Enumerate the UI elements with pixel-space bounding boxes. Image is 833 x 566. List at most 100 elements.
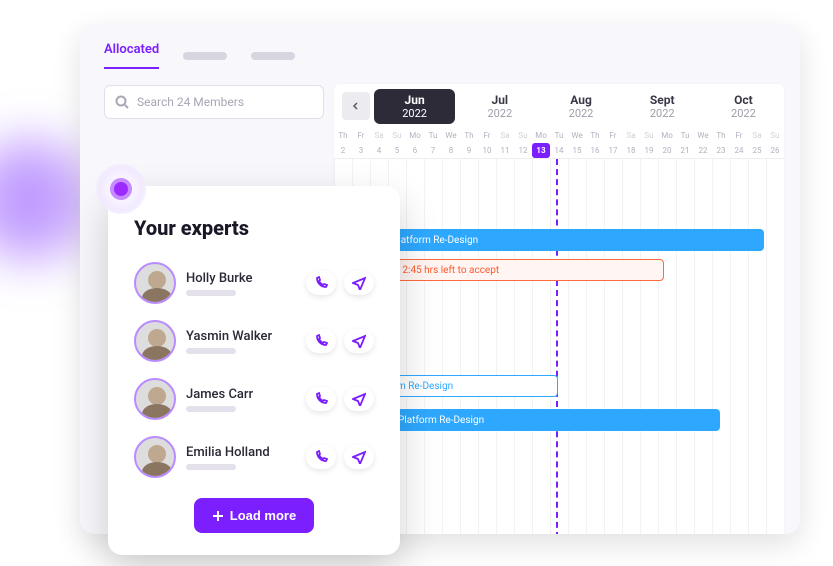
day-num[interactable]: 11 (496, 143, 514, 158)
day-label: Fr (730, 128, 748, 143)
day-num[interactable]: 19 (640, 143, 658, 158)
expert-sub (186, 406, 236, 412)
month-sept[interactable]: Sept2022 (622, 93, 703, 120)
day-label: Mo (532, 128, 550, 143)
avatar[interactable] (134, 436, 176, 478)
plus-icon (212, 510, 224, 522)
expert-sub (186, 290, 236, 296)
month-jun[interactable]: Jun2022 (374, 89, 455, 124)
load-more-label: Load more (230, 508, 296, 523)
send-icon (352, 334, 366, 348)
day-num[interactable]: 24 (730, 143, 748, 158)
call-button[interactable] (306, 387, 336, 411)
day-label: Su (514, 128, 532, 143)
day-num[interactable]: 13 (532, 143, 550, 158)
day-label: Mo (406, 128, 424, 143)
call-button[interactable] (306, 329, 336, 353)
day-num[interactable]: 9 (460, 143, 478, 158)
phone-icon (314, 276, 328, 290)
day-label: We (694, 128, 712, 143)
tab-allocated[interactable]: Allocated (104, 42, 159, 69)
expert-info: Holly Burke (186, 271, 296, 296)
expert-info: Yasmin Walker (186, 329, 296, 354)
search-icon (115, 95, 129, 109)
day-num[interactable]: 16 (586, 143, 604, 158)
day-num[interactable]: 18 (622, 143, 640, 158)
day-num[interactable]: 22 (694, 143, 712, 158)
calendar: Jun2022 Jul2022 Aug2022 Sept2022 Oct2022… (334, 84, 784, 534)
expert-sub (186, 348, 236, 354)
day-num[interactable]: 7 (424, 143, 442, 158)
month-jul[interactable]: Jul2022 (459, 93, 540, 120)
day-num[interactable]: 3 (352, 143, 370, 158)
month-aug[interactable]: Aug2022 (540, 93, 621, 120)
day-num[interactable]: 23 (712, 143, 730, 158)
day-num[interactable]: 20 (658, 143, 676, 158)
day-label: Tu (676, 128, 694, 143)
day-label: We (442, 128, 460, 143)
day-label: Tu (424, 128, 442, 143)
expert-sub (186, 464, 236, 470)
day-label: Th (712, 128, 730, 143)
gantt-bar[interactable]: Platform Re-Design (390, 409, 720, 431)
day-num[interactable]: 12 (514, 143, 532, 158)
day-label: Th (460, 128, 478, 143)
day-label: Mo (658, 128, 676, 143)
send-icon (352, 450, 366, 464)
expert-row: Emilia Holland (134, 428, 374, 486)
call-button[interactable] (306, 271, 336, 295)
day-num[interactable]: 5 (388, 143, 406, 158)
expert-info: James Carr (186, 387, 296, 412)
chevron-left-icon (351, 101, 361, 111)
month-oct[interactable]: Oct2022 (703, 93, 784, 120)
tab-placeholder[interactable] (251, 52, 295, 60)
avatar[interactable] (134, 378, 176, 420)
search-placeholder: Search 24 Members (137, 95, 244, 109)
experts-popup: Your experts Holly Burke Yasmin Walker J… (108, 186, 400, 555)
expert-row: Holly Burke (134, 254, 374, 312)
send-button[interactable] (344, 445, 374, 469)
send-button[interactable] (344, 271, 374, 295)
send-icon (352, 276, 366, 290)
expert-info: Emilia Holland (186, 445, 296, 470)
expert-row: James Carr (134, 370, 374, 428)
day-label: Su (766, 128, 784, 143)
phone-icon (314, 450, 328, 464)
day-label: Sa (622, 128, 640, 143)
send-button[interactable] (344, 387, 374, 411)
prev-month-button[interactable] (342, 92, 370, 120)
day-num[interactable]: 15 (568, 143, 586, 158)
day-label: Th (586, 128, 604, 143)
load-more-button[interactable]: Load more (194, 498, 314, 533)
day-label: We (568, 128, 586, 143)
search-input[interactable]: Search 24 Members (104, 85, 324, 119)
day-num[interactable]: 6 (406, 143, 424, 158)
day-num[interactable]: 14 (550, 143, 568, 158)
month-header: Jun2022 Jul2022 Aug2022 Sept2022 Oct2022 (334, 84, 784, 128)
day-label: Fr (352, 128, 370, 143)
tab-placeholder[interactable] (183, 52, 227, 60)
expert-actions (306, 329, 374, 353)
avatar[interactable] (134, 320, 176, 362)
send-button[interactable] (344, 329, 374, 353)
day-num[interactable]: 17 (604, 143, 622, 158)
expert-name: James Carr (186, 387, 296, 402)
day-num[interactable]: 26 (766, 143, 784, 158)
experts-title: Your experts (134, 216, 374, 240)
call-button[interactable] (306, 445, 336, 469)
day-num[interactable]: 25 (748, 143, 766, 158)
expert-name: Holly Burke (186, 271, 296, 286)
tabs: Allocated (80, 24, 800, 73)
expert-actions (306, 387, 374, 411)
day-num[interactable]: 21 (676, 143, 694, 158)
expert-row: Yasmin Walker (134, 312, 374, 370)
day-num[interactable]: 4 (370, 143, 388, 158)
avatar[interactable] (134, 262, 176, 304)
gantt-bar[interactable]: Platform Re-Design (384, 229, 764, 251)
day-num[interactable]: 10 (478, 143, 496, 158)
day-num[interactable]: 2 (334, 143, 352, 158)
day-num[interactable]: 8 (442, 143, 460, 158)
day-label: Su (388, 128, 406, 143)
day-label: Su (640, 128, 658, 143)
expert-actions (306, 271, 374, 295)
